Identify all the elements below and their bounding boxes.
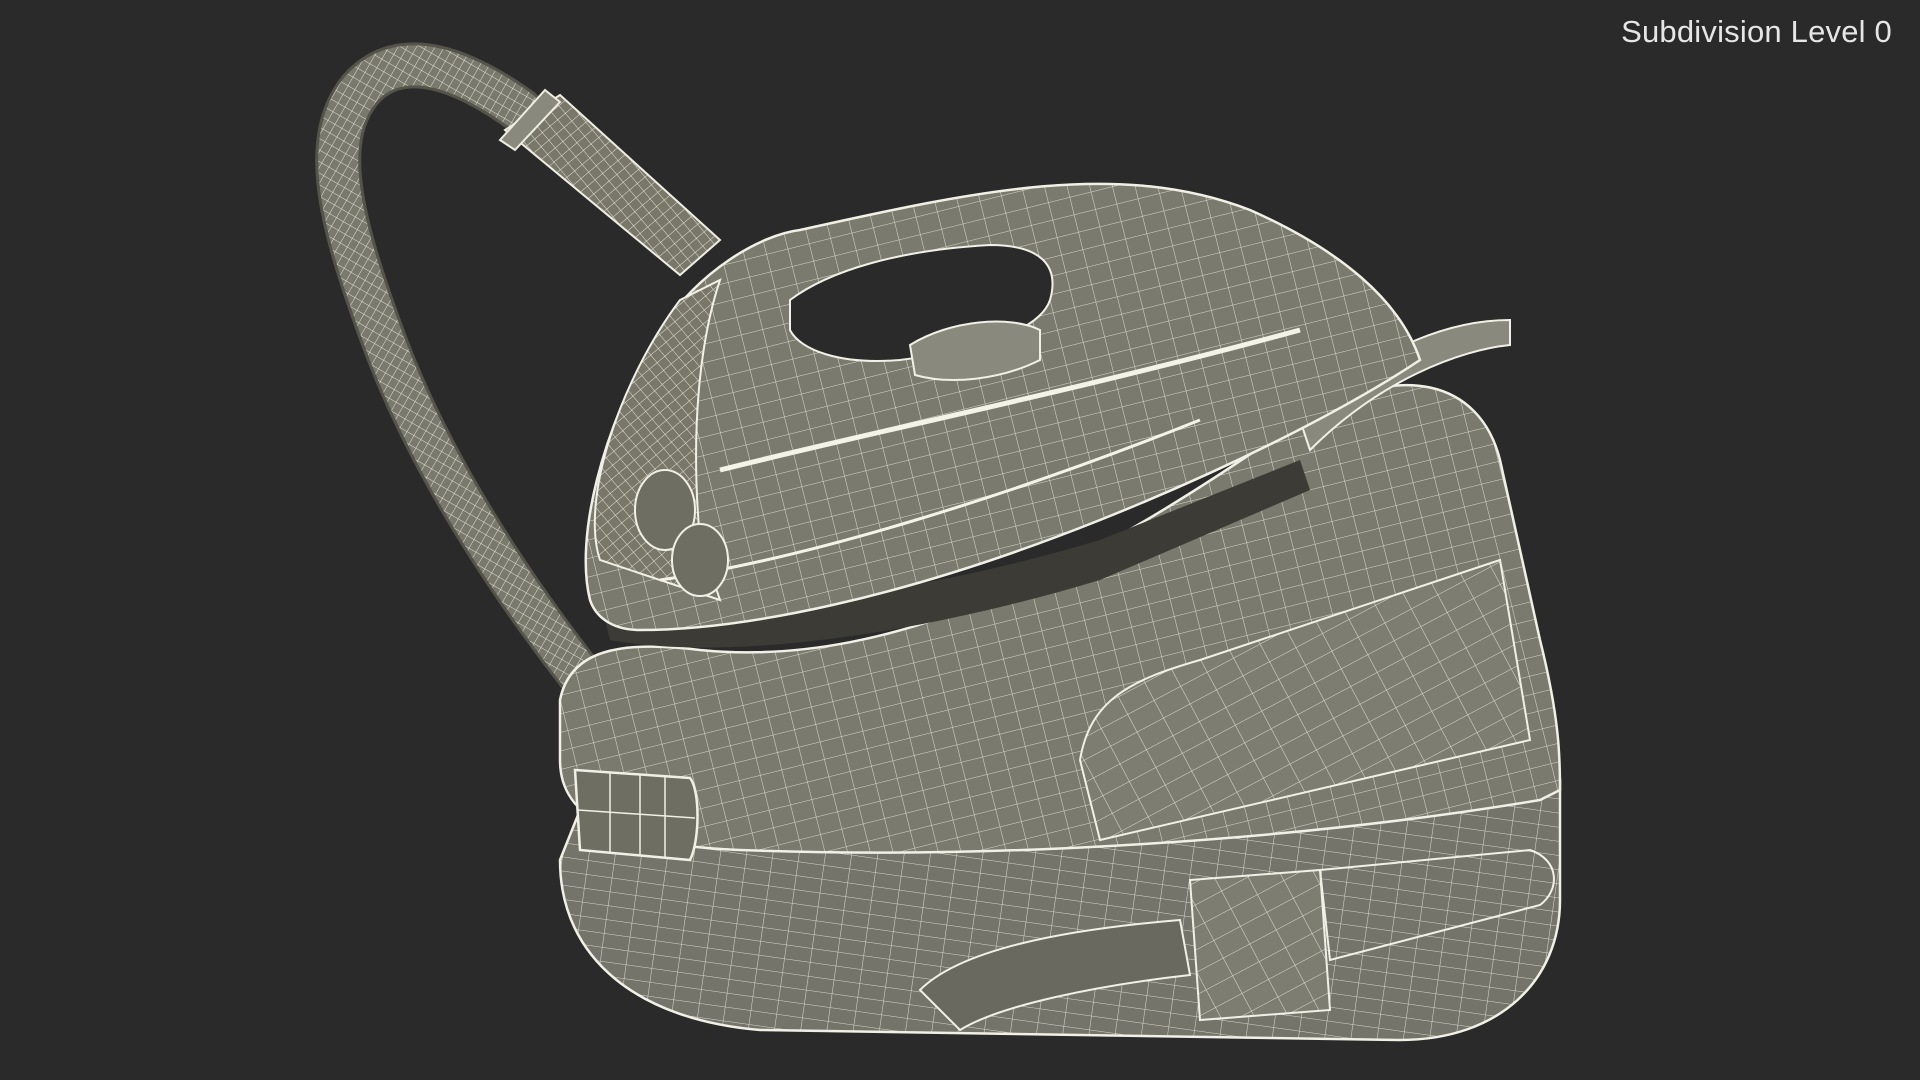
steam-iron-wireframe-render (315, 42, 1562, 1042)
subdivision-level-label: Subdivision Level 0 (1621, 14, 1892, 49)
3d-viewport: Subdivision Level 0 (0, 0, 1920, 1080)
